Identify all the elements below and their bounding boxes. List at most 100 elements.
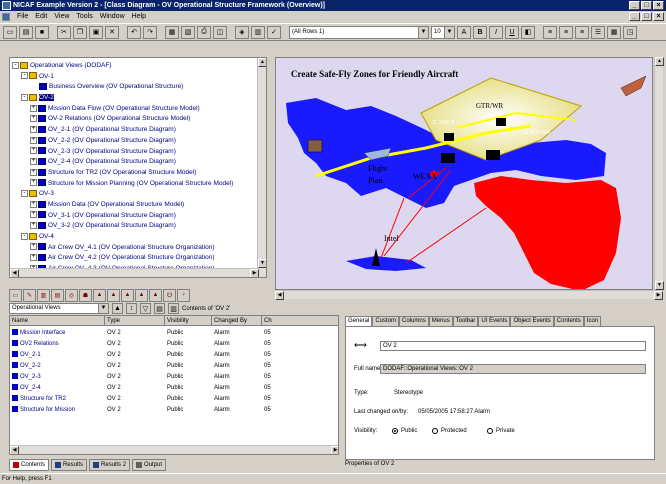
tree-item[interactable]: + Structure for Mission Planning (OV Oper… <box>12 179 257 190</box>
tree-item[interactable]: + OV_2-1 (OV Operational Structure Diagra… <box>12 125 257 136</box>
tab-contents[interactable]: Contents <box>9 459 50 471</box>
scroll-down-icon[interactable]: ▼ <box>258 259 266 268</box>
expand-icon[interactable]: + <box>30 254 37 262</box>
tab-results[interactable]: Results <box>51 459 88 471</box>
expand-icon[interactable]: + <box>30 157 37 165</box>
browser-icon[interactable]: ▦ <box>165 25 179 39</box>
font-size-combo[interactable]: 10 ▼ <box>431 25 455 39</box>
sort-icon[interactable]: ↕ <box>126 303 137 314</box>
tab-icon[interactable]: Icon <box>583 316 602 326</box>
contents-list[interactable]: Name Type Visibility Changed By Ch Missi… <box>9 315 339 455</box>
folder-up-icon[interactable]: ▲ <box>112 303 123 314</box>
tab-object-events[interactable]: Object Events <box>510 316 554 326</box>
tree-horizontal-scrollbar[interactable]: ◀ ▶ <box>10 268 259 277</box>
table-row[interactable]: OV2 Relations OV 2 Public Alarm 05 <box>10 339 338 349</box>
col-header-name[interactable]: Name <box>10 316 105 325</box>
menu-file[interactable]: File <box>17 13 28 20</box>
document-icon[interactable] <box>2 12 10 21</box>
menu-window[interactable]: Window <box>100 13 125 20</box>
tree-item[interactable]: Business Overview (OV Operational Struct… <box>12 82 257 93</box>
expand-icon[interactable]: + <box>30 179 37 187</box>
tree-item[interactable]: + Mission Data (OV Operational Structure … <box>12 200 257 211</box>
tree-item[interactable]: + Mission Data Flow (OV Operational Struc… <box>12 104 257 115</box>
table-row[interactable]: OV_2-1 OV 2 Public Alarm 05 <box>10 350 338 360</box>
expand-icon[interactable]: + <box>30 125 37 133</box>
tree-item[interactable]: + OV_2-3 (OV Operational Structure Diagra… <box>12 147 257 158</box>
report-icon[interactable]: ▥ <box>251 25 265 39</box>
tab-general[interactable]: General <box>345 316 373 326</box>
mdi-restore-button[interactable]: □ <box>641 12 652 21</box>
tree-item[interactable]: - OV-1 <box>12 72 257 83</box>
diagram-horizontal-scrollbar[interactable]: ◀ ▶ <box>275 290 663 300</box>
extra-icon[interactable]: ◳ <box>623 25 637 39</box>
tree-item[interactable]: - OV-2 <box>12 93 257 104</box>
expand-icon[interactable]: + <box>30 200 37 208</box>
scroll-right-icon[interactable]: ▶ <box>654 291 663 300</box>
node-tool-icon-2[interactable]: ▲ <box>107 288 120 302</box>
columns-icon[interactable]: ▥ <box>168 303 179 314</box>
preview-icon[interactable]: ◫ <box>213 25 227 39</box>
scroll-left-icon[interactable]: ◀ <box>275 291 284 300</box>
tree-vertical-scrollbar[interactable]: ▲ ▼ <box>257 58 266 277</box>
scroll-left-icon[interactable]: ◀ <box>10 269 19 277</box>
italic-icon[interactable]: I <box>489 25 503 39</box>
tab-columns[interactable]: Columns <box>399 316 429 326</box>
list-icon[interactable]: ☰ <box>591 25 605 39</box>
save-icon[interactable]: ■ <box>35 25 49 39</box>
tree-item[interactable]: + Air Crew OV_4.1 (OV Operational Structu… <box>12 243 257 254</box>
diagram-canvas[interactable]: Create Safe-Fly Zones for Friendly Aircr… <box>275 57 653 290</box>
chevron-down-icon[interactable]: ▼ <box>444 26 454 38</box>
filter-icon[interactable]: ▽ <box>140 303 151 314</box>
align-center-icon[interactable]: ≡ <box>559 25 573 39</box>
new-icon[interactable]: ▭ <box>3 25 17 39</box>
class-tool-icon[interactable]: ▤ <box>51 288 64 302</box>
table-row[interactable]: OV_2-3 OV 2 Public Alarm 05 <box>10 372 338 382</box>
redo-icon[interactable]: ↷ <box>143 25 157 39</box>
tree-item[interactable]: + OV-2 Relations (OV Operational Structur… <box>12 114 257 125</box>
tree-item[interactable]: + OV_2-2 (OV Operational Structure Diagra… <box>12 136 257 147</box>
col-header-changed-by[interactable]: Changed By <box>212 316 262 325</box>
link-tool-icon[interactable]: ☋ <box>163 288 176 302</box>
model-tree[interactable]: - Operational Views (DODAF) - OV-1 Business … <box>9 57 267 278</box>
tab-toolbar[interactable]: Toolbar <box>452 316 479 326</box>
list-horizontal-scrollbar[interactable]: ◀ ▶ <box>10 445 338 454</box>
menu-help[interactable]: Help <box>132 13 146 20</box>
tree-item[interactable]: - Operational Views (DODAF) <box>12 61 257 72</box>
mdi-close-button[interactable]: × <box>653 12 664 21</box>
copy-icon[interactable]: ❐ <box>73 25 87 39</box>
scroll-left-icon[interactable]: ◀ <box>10 446 19 454</box>
tab-ui-events[interactable]: UI Events <box>478 316 511 326</box>
check-icon[interactable]: ✓ <box>267 25 281 39</box>
col-header-type[interactable]: Type <box>105 316 165 325</box>
expand-icon[interactable]: + <box>30 115 37 123</box>
tab-output[interactable]: Output <box>132 459 167 471</box>
expand-icon[interactable]: + <box>30 136 37 144</box>
undo-icon[interactable]: ↶ <box>127 25 141 39</box>
table-row[interactable]: OV_2-2 OV 2 Public Alarm 05 <box>10 361 338 371</box>
actor-tool-icon[interactable]: ☗ <box>79 288 92 302</box>
paste-icon[interactable]: ▣ <box>89 25 103 39</box>
table-row[interactable]: OV_2-4 OV 2 Public Alarm 05 <box>10 383 338 393</box>
collapse-icon[interactable]: - <box>21 232 28 240</box>
minimize-button[interactable]: _ <box>629 1 640 10</box>
tree-item[interactable]: + Structure for TR2 (OV Operational Struc… <box>12 168 257 179</box>
note-tool-icon[interactable]: ♀ <box>177 288 190 302</box>
tree-item[interactable]: + Air Crew OV_4.2 (OV Operational Structu… <box>12 253 257 264</box>
scroll-right-icon[interactable]: ▶ <box>250 269 259 277</box>
name-field[interactable]: OV 2 <box>380 341 646 351</box>
node-tool-icon-5[interactable]: ▲ <box>149 288 162 302</box>
table-row[interactable]: Structure for Mission OV 2 Public Alarm 05 <box>10 405 338 415</box>
grid-icon[interactable]: ▦ <box>607 25 621 39</box>
bold-icon[interactable]: B <box>473 25 487 39</box>
radio-protected[interactable] <box>432 428 438 434</box>
pen-tool-icon[interactable]: ✎ <box>23 288 36 302</box>
expand-icon[interactable]: + <box>30 243 37 251</box>
expand-icon[interactable]: + <box>30 168 37 176</box>
chevron-down-icon[interactable]: ▼ <box>98 304 108 313</box>
fill-icon[interactable]: ◧ <box>521 25 535 39</box>
chart-tool-icon[interactable]: ▥ <box>37 288 50 302</box>
table-row[interactable]: Mission Interface OV 2 Public Alarm 05 <box>10 328 338 338</box>
mdi-minimize-button[interactable]: _ <box>629 12 640 21</box>
scroll-down-icon[interactable]: ▼ <box>655 281 664 290</box>
radio-private[interactable] <box>487 428 493 434</box>
